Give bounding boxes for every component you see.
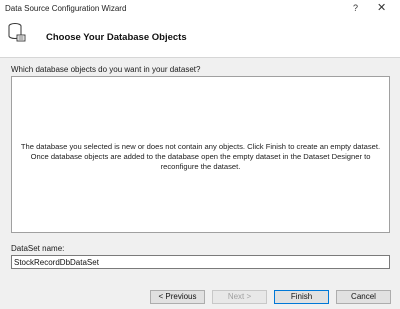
database-icon	[8, 23, 26, 42]
next-button[interactable]: Next >	[212, 290, 267, 304]
title-bar: Data Source Configuration Wizard ? ✕	[0, 0, 400, 18]
cancel-button[interactable]: Cancel	[336, 290, 391, 304]
window-title: Data Source Configuration Wizard	[5, 4, 127, 13]
help-button[interactable]: ?	[353, 3, 358, 13]
objects-prompt-label: Which database objects do you want in yo…	[11, 65, 201, 74]
previous-button[interactable]: < Previous	[150, 290, 205, 304]
finish-button[interactable]: Finish	[274, 290, 329, 304]
dataset-name-label: DataSet name:	[11, 244, 65, 253]
page-title: Choose Your Database Objects	[46, 32, 187, 43]
dataset-name-input[interactable]	[11, 255, 390, 269]
empty-database-message: The database you selected is new or does…	[20, 141, 381, 171]
wizard-header: Choose Your Database Objects	[0, 18, 400, 58]
close-button[interactable]: ✕	[377, 1, 386, 14]
database-objects-tree[interactable]: The database you selected is new or does…	[11, 76, 390, 233]
